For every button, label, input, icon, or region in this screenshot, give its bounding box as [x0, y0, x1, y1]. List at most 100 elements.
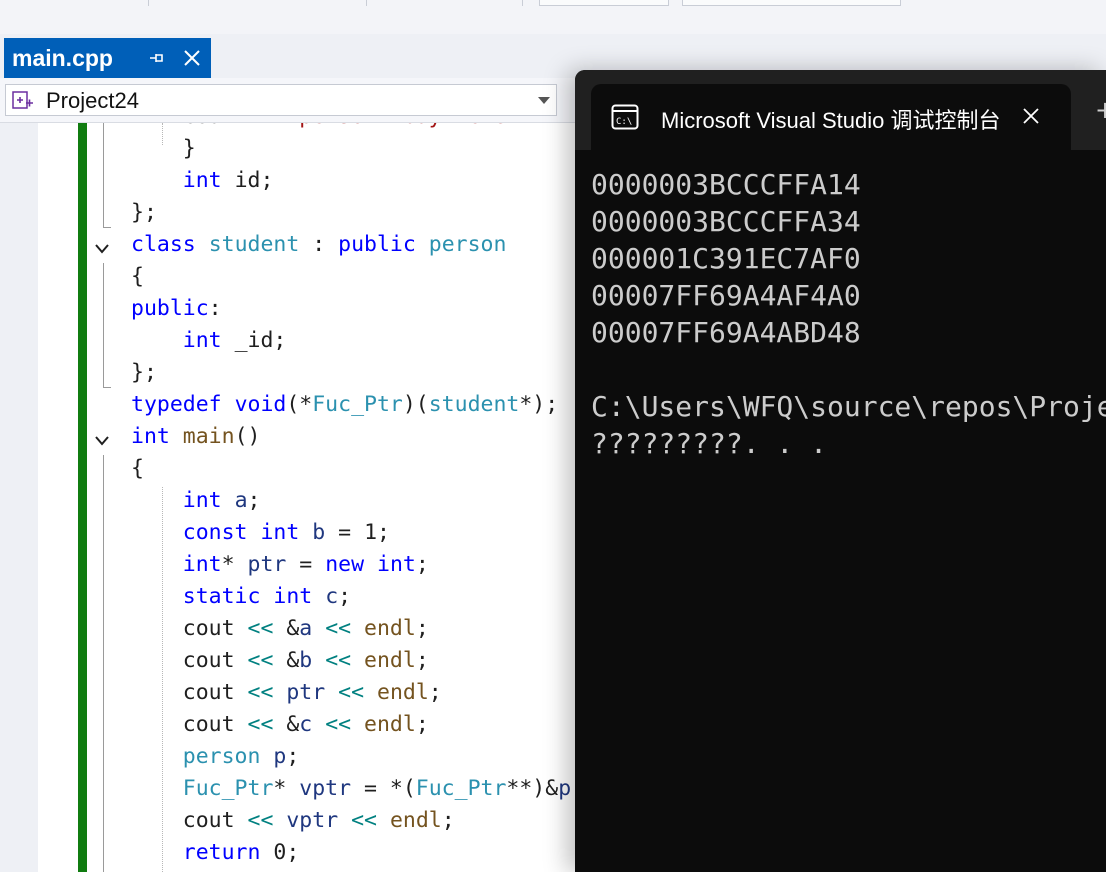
code-token: b: [299, 648, 313, 673]
code-token: ;: [428, 680, 442, 705]
toolbar-dropdown[interactable]: [682, 0, 901, 6]
code-token: Fuc_Ptr: [312, 392, 403, 417]
code-token: cout: [182, 712, 248, 737]
code-token: static: [182, 584, 261, 609]
code-token: endl: [364, 712, 416, 737]
code-token: a: [234, 488, 248, 513]
code-line: public:: [0, 293, 580, 325]
code-token: ptr: [286, 680, 326, 705]
code-token: ptr: [247, 552, 287, 577]
code-token: int: [182, 328, 222, 353]
toolbar-separator: [148, 0, 149, 6]
code-token: int: [182, 488, 222, 513]
console-line: C:\Users\WFQ\source\repos\Project24: [591, 390, 1106, 423]
code-token: ;: [415, 616, 429, 641]
debug-console-window[interactable]: C:\ Microsoft Visual Studio 调试控制台 + 0000…: [575, 70, 1106, 872]
code-token: 0: [273, 840, 287, 865]
code-token: int: [131, 424, 170, 449]
toolbar-dropdown[interactable]: [539, 0, 669, 6]
code-line: int* ptr = new int;: [0, 549, 580, 581]
code-line: return 0;: [0, 837, 580, 869]
code-token: endl: [389, 808, 442, 833]
code-line: int _id;: [0, 325, 580, 357]
code-token: :: [208, 296, 222, 321]
new-tab-button[interactable]: +: [1095, 98, 1106, 122]
toolbar-separator: [522, 0, 523, 6]
code-line: int id;: [0, 165, 580, 197]
code-token: };: [131, 200, 157, 225]
code-token: c: [325, 584, 339, 609]
code-token: int: [273, 584, 313, 609]
code-token: int: [182, 552, 222, 577]
code-token: int: [260, 520, 300, 545]
pin-icon[interactable]: [146, 47, 168, 69]
project-dropdown[interactable]: Project24: [5, 84, 557, 116]
code-token: 1: [364, 520, 378, 545]
code-line: cout << &c << endl;: [0, 709, 580, 741]
console-icon: C:\: [611, 104, 639, 130]
code-token: ;: [415, 552, 429, 577]
close-icon[interactable]: [1017, 102, 1045, 130]
code-editor[interactable]: cout << "person::buyticket" } int id;};c…: [0, 123, 580, 872]
code-token: cout: [182, 648, 248, 673]
code-line: class student : public person: [0, 229, 580, 261]
chevron-down-icon[interactable]: [538, 97, 550, 104]
tab-main-cpp[interactable]: main.cpp: [4, 38, 211, 78]
code-token: student: [428, 392, 520, 417]
code-token: =: [325, 520, 365, 545]
code-line: const int b = 1;: [0, 517, 580, 549]
toolbar-separator: [366, 0, 367, 6]
code-token: {: [131, 456, 144, 481]
code-token: return: [182, 840, 261, 865]
code-token: endl: [364, 616, 416, 641]
code-token: <<: [325, 616, 352, 641]
code-token: vptr: [286, 808, 339, 833]
code-token: p: [558, 776, 572, 801]
code-token: ;: [286, 840, 300, 865]
code-token: };: [131, 360, 157, 385]
code-token: person: [428, 232, 507, 257]
code-line: Fuc_Ptr* vptr = *(Fuc_Ptr**)&p;: [0, 773, 580, 805]
console-tab[interactable]: C:\ Microsoft Visual Studio 调试控制台: [591, 84, 1071, 154]
code-token: cout: [182, 680, 248, 705]
project-name: Project24: [46, 88, 139, 113]
code-token: cout: [182, 616, 248, 641]
code-token: **)&: [506, 776, 559, 801]
close-icon[interactable]: [180, 47, 204, 69]
code-token: ;: [441, 808, 455, 833]
code-token: (): [234, 424, 261, 449]
code-token: &: [273, 712, 300, 737]
code-token: int: [377, 552, 416, 577]
code-line: int a;: [0, 485, 580, 517]
code-line: };: [0, 357, 580, 389]
code-line: cout << &b << endl;: [0, 645, 580, 677]
code-token: }: [182, 136, 196, 161]
console-line: ?????????. . .: [591, 427, 828, 460]
code-token: public: [131, 296, 209, 321]
code-token: <<: [351, 808, 377, 833]
code-token: *);: [519, 392, 559, 417]
code-token: ;: [286, 744, 300, 769]
code-token: ;: [415, 712, 429, 737]
code-line: cout << vptr << endl;: [0, 805, 580, 837]
code-token: endl: [377, 680, 429, 705]
code-token: &: [273, 616, 300, 641]
code-token: a: [299, 616, 313, 641]
code-token: <<: [325, 648, 352, 673]
code-line: person p;: [0, 741, 580, 773]
